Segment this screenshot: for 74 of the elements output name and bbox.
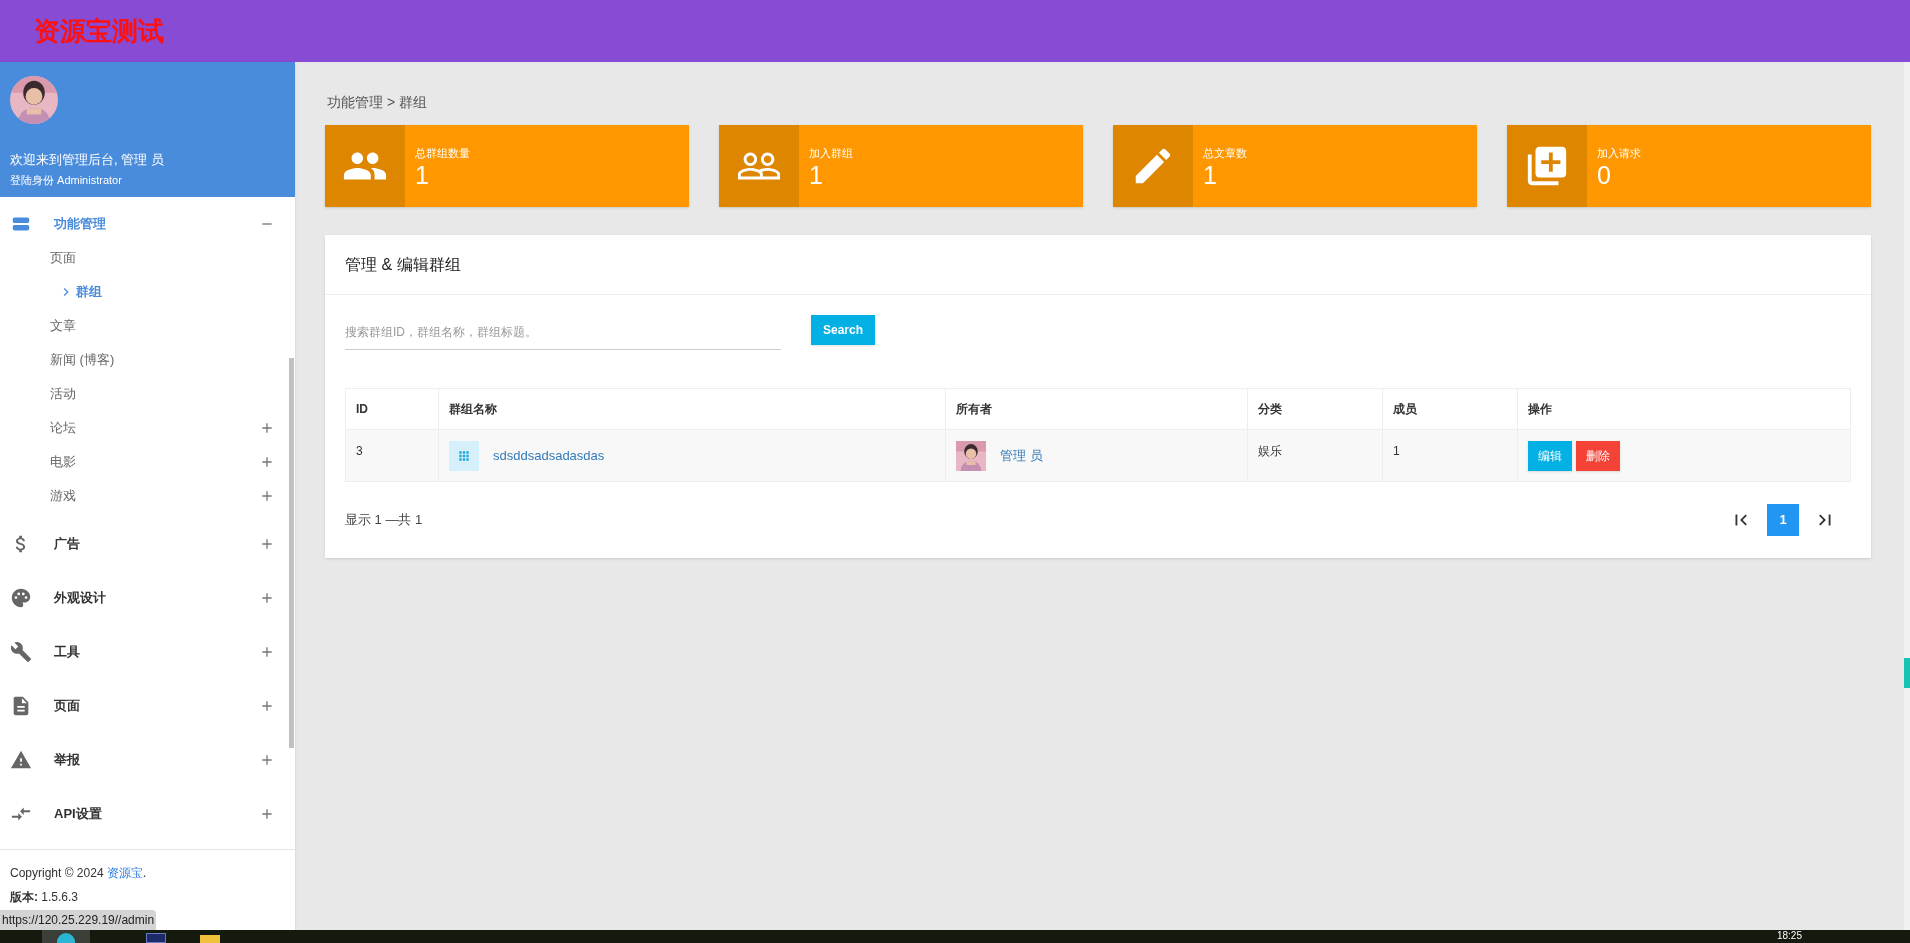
breadcrumb: 功能管理 > 群组	[327, 93, 428, 112]
submenu-item[interactable]: 新闻 (博客)	[0, 343, 287, 377]
submenu-item[interactable]: 活动	[0, 377, 287, 411]
menu-label: 工具	[54, 643, 81, 662]
warning-icon	[10, 749, 32, 771]
menu-item[interactable]: 外观设计	[0, 571, 287, 625]
group-name-link[interactable]: sdsddsadsadasdas	[493, 445, 605, 466]
stat-value: 1	[415, 161, 430, 188]
stat-value: 0	[1597, 161, 1612, 188]
menu-label: API设置	[54, 805, 103, 824]
summary-text: 显示 1 —共 1	[345, 511, 423, 530]
stat-label: 总群组数量	[415, 146, 470, 161]
expand-icon[interactable]	[259, 536, 275, 552]
menu-label: 功能管理	[54, 215, 107, 234]
column-header: 分类	[1247, 388, 1383, 430]
submenu-item[interactable]: 群组	[0, 275, 287, 309]
table-cell: 3	[345, 429, 439, 482]
stat-label: 加入群组	[809, 146, 853, 161]
expand-icon[interactable]	[259, 488, 275, 504]
menu-item[interactable]: 工具	[0, 625, 287, 679]
submenu-label: 论坛	[50, 419, 77, 438]
role-text: 登陆身份 Administrator	[10, 172, 123, 188]
panel-title: 管理 & 编辑群组	[345, 254, 461, 275]
expand-icon[interactable]	[259, 698, 275, 714]
delete-button[interactable]: 删除	[1576, 440, 1620, 471]
browser-taskbar-icon[interactable]	[42, 930, 90, 943]
submenu-item[interactable]: 电影	[0, 445, 287, 479]
menu-label: 页面	[54, 697, 81, 716]
column-header: 群组名称	[438, 388, 946, 430]
app-taskbar-icon[interactable]	[146, 933, 166, 943]
table-cell: 1	[1382, 429, 1518, 482]
version-text: 版本: 1.5.6.3	[10, 889, 80, 906]
copyright-text: Copyright © 2024 资源宝.	[10, 865, 148, 882]
expand-icon[interactable]	[259, 454, 275, 470]
menu-item[interactable]: API设置	[0, 787, 287, 841]
stat-label: 总文章数	[1203, 146, 1247, 161]
menu-item[interactable]: 广告	[0, 517, 287, 571]
expand-icon[interactable]	[259, 590, 275, 606]
stat-label: 加入请求	[1597, 146, 1641, 161]
grid-icon	[457, 448, 471, 463]
stat-value: 1	[1203, 161, 1218, 188]
wrench-icon	[10, 641, 32, 663]
submenu-label: 活动	[50, 385, 77, 404]
submenu-label: 页面	[50, 249, 77, 268]
submenu-label: 文章	[50, 317, 77, 336]
expand-icon[interactable]	[259, 420, 275, 436]
submenu-item[interactable]: 游戏	[0, 479, 287, 513]
column-header: 成员	[1382, 388, 1518, 430]
expand-icon[interactable]	[259, 806, 275, 822]
welcome-text: 欢迎来到管理后台, 管理 员	[10, 151, 165, 169]
menu-item[interactable]: 举报	[0, 733, 287, 787]
column-header: 所有者	[945, 388, 1248, 430]
search-field[interactable]: 搜索群组ID，群组名称，群组标题。	[345, 315, 781, 350]
submenu-label: 群组	[76, 283, 103, 302]
menu-label: 外观设计	[54, 589, 107, 608]
submenu-item[interactable]: 论坛	[0, 411, 287, 445]
expand-icon[interactable]	[259, 644, 275, 660]
menu-label: 举报	[54, 751, 81, 770]
submenu-label: 新闻 (博客)	[50, 351, 116, 370]
copyright-link[interactable]: 资源宝	[106, 866, 143, 880]
menu-label: 广告	[54, 535, 81, 554]
submenu-label: 游戏	[50, 487, 77, 506]
status-url: https://120.25.229.19//admin	[0, 910, 157, 930]
stat-value: 1	[809, 161, 824, 188]
owner-link[interactable]: 管理 员	[1000, 445, 1043, 466]
submenu-item[interactable]: 文章	[0, 309, 287, 343]
menu-item[interactable]: 页面	[0, 679, 287, 733]
clock-text: 18:25	[1776, 930, 1802, 942]
expand-icon[interactable]	[259, 752, 275, 768]
column-header: ID	[345, 388, 439, 430]
table-cell: 娱乐	[1247, 429, 1383, 482]
column-header: 操作	[1517, 388, 1851, 430]
submenu-label: 电影	[50, 453, 77, 472]
palette-icon	[10, 587, 32, 609]
